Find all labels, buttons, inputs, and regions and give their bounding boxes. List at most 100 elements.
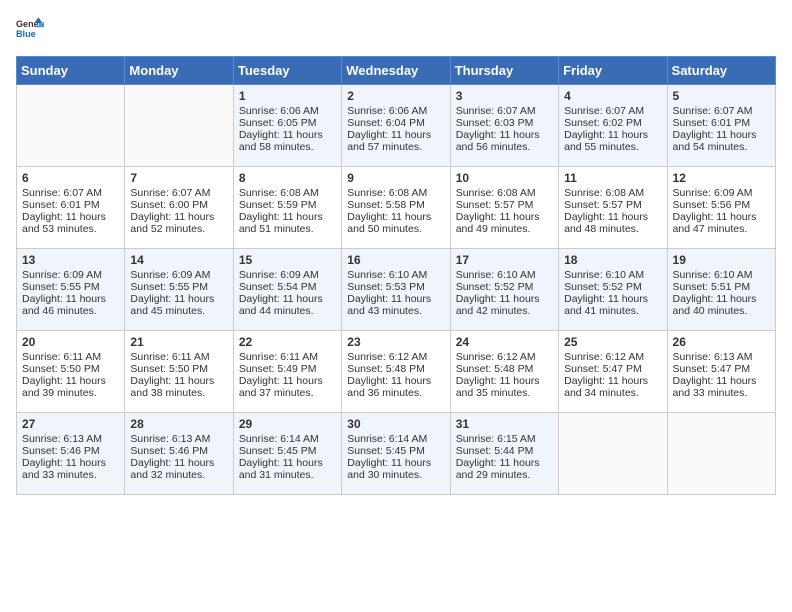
sunrise-text: Sunrise: 6:11 AM <box>239 351 318 363</box>
sunset-text: Sunset: 5:50 PM <box>130 363 208 375</box>
sunrise-text: Sunrise: 6:07 AM <box>673 105 753 117</box>
calendar-cell: 22 Sunrise: 6:11 AM Sunset: 5:49 PM Dayl… <box>233 331 341 413</box>
daylight-text: Daylight: 11 hours and 49 minutes. <box>456 211 540 235</box>
sunrise-text: Sunrise: 6:11 AM <box>130 351 209 363</box>
daylight-text: Daylight: 11 hours and 30 minutes. <box>347 457 431 481</box>
calendar-cell: 13 Sunrise: 6:09 AM Sunset: 5:55 PM Dayl… <box>17 249 125 331</box>
sunset-text: Sunset: 5:57 PM <box>456 199 534 211</box>
calendar-week-row: 27 Sunrise: 6:13 AM Sunset: 5:46 PM Dayl… <box>17 413 776 495</box>
calendar-cell: 3 Sunrise: 6:07 AM Sunset: 6:03 PM Dayli… <box>450 85 558 167</box>
day-number: 12 <box>673 171 770 185</box>
calendar-cell: 31 Sunrise: 6:15 AM Sunset: 5:44 PM Dayl… <box>450 413 558 495</box>
daylight-text: Daylight: 11 hours and 55 minutes. <box>564 129 648 153</box>
day-number: 5 <box>673 89 770 103</box>
calendar-cell: 30 Sunrise: 6:14 AM Sunset: 5:45 PM Dayl… <box>342 413 450 495</box>
calendar-cell: 20 Sunrise: 6:11 AM Sunset: 5:50 PM Dayl… <box>17 331 125 413</box>
sunset-text: Sunset: 5:49 PM <box>239 363 317 375</box>
sunset-text: Sunset: 5:55 PM <box>22 281 100 293</box>
day-number: 2 <box>347 89 444 103</box>
day-number: 11 <box>564 171 661 185</box>
calendar-cell: 11 Sunrise: 6:08 AM Sunset: 5:57 PM Dayl… <box>559 167 667 249</box>
sunrise-text: Sunrise: 6:13 AM <box>130 433 210 445</box>
day-number: 18 <box>564 253 661 267</box>
daylight-text: Daylight: 11 hours and 34 minutes. <box>564 375 648 399</box>
day-number: 19 <box>673 253 770 267</box>
daylight-text: Daylight: 11 hours and 56 minutes. <box>456 129 540 153</box>
weekday-header-cell: Monday <box>125 57 233 85</box>
sunset-text: Sunset: 5:50 PM <box>22 363 100 375</box>
sunrise-text: Sunrise: 6:08 AM <box>347 187 427 199</box>
calendar-cell: 26 Sunrise: 6:13 AM Sunset: 5:47 PM Dayl… <box>667 331 775 413</box>
day-number: 23 <box>347 335 444 349</box>
calendar-cell: 29 Sunrise: 6:14 AM Sunset: 5:45 PM Dayl… <box>233 413 341 495</box>
sunrise-text: Sunrise: 6:14 AM <box>347 433 427 445</box>
daylight-text: Daylight: 11 hours and 53 minutes. <box>22 211 106 235</box>
sunset-text: Sunset: 5:53 PM <box>347 281 425 293</box>
daylight-text: Daylight: 11 hours and 39 minutes. <box>22 375 106 399</box>
sunrise-text: Sunrise: 6:12 AM <box>456 351 536 363</box>
sunrise-text: Sunrise: 6:12 AM <box>564 351 644 363</box>
calendar-cell: 7 Sunrise: 6:07 AM Sunset: 6:00 PM Dayli… <box>125 167 233 249</box>
daylight-text: Daylight: 11 hours and 52 minutes. <box>130 211 214 235</box>
calendar-cell: 4 Sunrise: 6:07 AM Sunset: 6:02 PM Dayli… <box>559 85 667 167</box>
sunrise-text: Sunrise: 6:09 AM <box>22 269 102 281</box>
calendar-cell: 17 Sunrise: 6:10 AM Sunset: 5:52 PM Dayl… <box>450 249 558 331</box>
day-number: 30 <box>347 417 444 431</box>
calendar-week-row: 6 Sunrise: 6:07 AM Sunset: 6:01 PM Dayli… <box>17 167 776 249</box>
calendar-cell <box>17 85 125 167</box>
sunrise-text: Sunrise: 6:07 AM <box>22 187 102 199</box>
sunset-text: Sunset: 5:44 PM <box>456 445 534 457</box>
calendar-body: 1 Sunrise: 6:06 AM Sunset: 6:05 PM Dayli… <box>17 85 776 495</box>
day-number: 7 <box>130 171 227 185</box>
sunrise-text: Sunrise: 6:15 AM <box>456 433 536 445</box>
calendar-cell: 9 Sunrise: 6:08 AM Sunset: 5:58 PM Dayli… <box>342 167 450 249</box>
sunset-text: Sunset: 5:54 PM <box>239 281 317 293</box>
sunset-text: Sunset: 6:03 PM <box>456 117 534 129</box>
daylight-text: Daylight: 11 hours and 45 minutes. <box>130 293 214 317</box>
sunset-text: Sunset: 6:01 PM <box>673 117 751 129</box>
sunrise-text: Sunrise: 6:10 AM <box>456 269 536 281</box>
day-number: 4 <box>564 89 661 103</box>
daylight-text: Daylight: 11 hours and 29 minutes. <box>456 457 540 481</box>
daylight-text: Daylight: 11 hours and 48 minutes. <box>564 211 648 235</box>
daylight-text: Daylight: 11 hours and 46 minutes. <box>22 293 106 317</box>
sunset-text: Sunset: 5:52 PM <box>564 281 642 293</box>
sunrise-text: Sunrise: 6:08 AM <box>239 187 319 199</box>
page-header: General Blue <box>16 16 776 44</box>
weekday-header-cell: Friday <box>559 57 667 85</box>
calendar-week-row: 13 Sunrise: 6:09 AM Sunset: 5:55 PM Dayl… <box>17 249 776 331</box>
daylight-text: Daylight: 11 hours and 42 minutes. <box>456 293 540 317</box>
sunrise-text: Sunrise: 6:10 AM <box>673 269 753 281</box>
logo: General Blue <box>16 16 44 44</box>
sunset-text: Sunset: 5:51 PM <box>673 281 751 293</box>
daylight-text: Daylight: 11 hours and 38 minutes. <box>130 375 214 399</box>
calendar-week-row: 1 Sunrise: 6:06 AM Sunset: 6:05 PM Dayli… <box>17 85 776 167</box>
day-number: 22 <box>239 335 336 349</box>
sunrise-text: Sunrise: 6:08 AM <box>456 187 536 199</box>
weekday-header-cell: Sunday <box>17 57 125 85</box>
sunset-text: Sunset: 5:59 PM <box>239 199 317 211</box>
weekday-header-cell: Wednesday <box>342 57 450 85</box>
logo-icon: General Blue <box>16 16 44 44</box>
calendar-cell: 28 Sunrise: 6:13 AM Sunset: 5:46 PM Dayl… <box>125 413 233 495</box>
sunset-text: Sunset: 5:47 PM <box>564 363 642 375</box>
calendar-cell: 27 Sunrise: 6:13 AM Sunset: 5:46 PM Dayl… <box>17 413 125 495</box>
daylight-text: Daylight: 11 hours and 51 minutes. <box>239 211 323 235</box>
daylight-text: Daylight: 11 hours and 31 minutes. <box>239 457 323 481</box>
sunset-text: Sunset: 5:55 PM <box>130 281 208 293</box>
calendar-cell <box>667 413 775 495</box>
calendar-cell: 2 Sunrise: 6:06 AM Sunset: 6:04 PM Dayli… <box>342 85 450 167</box>
sunset-text: Sunset: 5:45 PM <box>347 445 425 457</box>
calendar-cell: 10 Sunrise: 6:08 AM Sunset: 5:57 PM Dayl… <box>450 167 558 249</box>
day-number: 25 <box>564 335 661 349</box>
weekday-header-cell: Thursday <box>450 57 558 85</box>
calendar-cell: 15 Sunrise: 6:09 AM Sunset: 5:54 PM Dayl… <box>233 249 341 331</box>
sunset-text: Sunset: 6:00 PM <box>130 199 208 211</box>
sunset-text: Sunset: 6:01 PM <box>22 199 100 211</box>
weekday-header-cell: Tuesday <box>233 57 341 85</box>
day-number: 16 <box>347 253 444 267</box>
day-number: 6 <box>22 171 119 185</box>
daylight-text: Daylight: 11 hours and 37 minutes. <box>239 375 323 399</box>
daylight-text: Daylight: 11 hours and 33 minutes. <box>22 457 106 481</box>
daylight-text: Daylight: 11 hours and 41 minutes. <box>564 293 648 317</box>
